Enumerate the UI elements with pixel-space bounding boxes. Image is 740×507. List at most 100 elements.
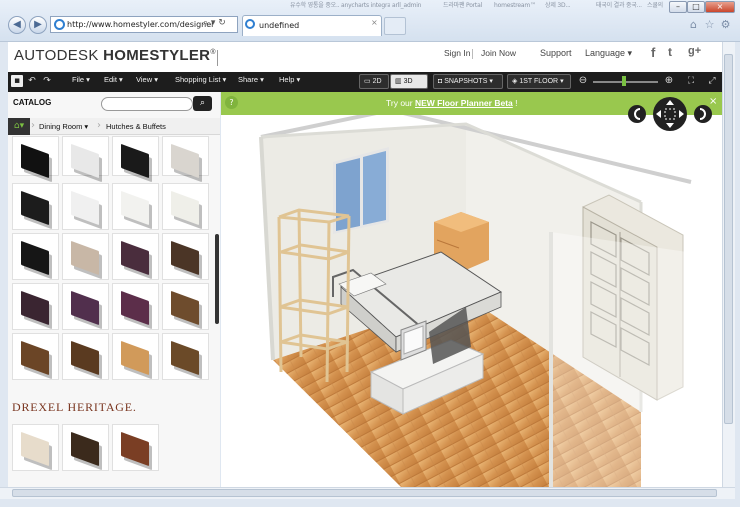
menu-help[interactable]: Help ▾ <box>279 75 300 84</box>
window[interactable] <box>333 147 389 234</box>
layers-icon: ◈ <box>512 78 518 85</box>
catalog-item[interactable] <box>112 283 159 330</box>
catalog-search-input[interactable] <box>101 97 193 111</box>
catalog-item[interactable] <box>12 283 59 330</box>
catalog-item[interactable] <box>62 136 109 179</box>
menu-view[interactable]: View ▾ <box>136 75 158 84</box>
background-tab[interactable]: 드라마팬 Portal <box>443 0 492 9</box>
google-plus-icon[interactable]: g+ <box>688 45 701 57</box>
catalog-item[interactable] <box>62 333 109 380</box>
undo-icon[interactable]: ↶ <box>26 75 38 87</box>
gear-icon[interactable]: ⚙ <box>719 18 732 31</box>
catalog-item[interactable] <box>12 333 59 380</box>
sign-in-link[interactable]: Sign In <box>444 48 470 58</box>
view-2d-button[interactable]: ▭ 2D <box>359 74 389 89</box>
catalog-item[interactable] <box>62 183 109 230</box>
catalog-item[interactable] <box>12 233 59 280</box>
search-icon[interactable]: ⌕ <box>203 18 208 28</box>
catalog-item-thumbnail <box>21 340 49 376</box>
catalog-item[interactable] <box>162 233 209 280</box>
twitter-icon[interactable]: t <box>668 45 672 59</box>
snapshots-button[interactable]: ◘ SNAPSHOTS ▾ <box>433 74 503 89</box>
active-tab[interactable]: undefined <box>242 15 382 36</box>
minimize-button[interactable]: – <box>669 1 687 13</box>
catalog-item[interactable] <box>162 183 209 230</box>
horizontal-scroll-thumb[interactable] <box>12 489 717 497</box>
language-dropdown[interactable]: Language ▾ <box>585 48 632 59</box>
camera-icon: ◘ <box>438 78 443 85</box>
catalog-item-thumbnail <box>71 190 99 226</box>
brand-catalog-item[interactable] <box>62 424 109 471</box>
address-tools[interactable]: ⌕ ▾ ↻ <box>203 18 226 28</box>
menu-share[interactable]: Share ▾ <box>238 75 264 84</box>
catalog-item[interactable] <box>112 333 159 380</box>
home-icon[interactable]: ⌂▾ <box>8 118 30 135</box>
vertical-scroll-thumb[interactable] <box>724 54 733 424</box>
catalog-item[interactable] <box>112 136 159 179</box>
save-icon[interactable]: ▪ <box>11 75 23 87</box>
home-icon[interactable]: ⌂ <box>687 18 700 31</box>
catalog-item[interactable] <box>162 136 209 179</box>
catalog-item-thumbnail <box>121 290 149 326</box>
tab-close-icon[interactable]: × <box>371 18 378 27</box>
drexel-heritage-logo[interactable]: DREXEL HERITAGE. <box>12 400 137 415</box>
brand-catalog-item[interactable] <box>112 424 159 471</box>
catalog-item[interactable] <box>62 283 109 330</box>
catalog-item[interactable] <box>12 183 59 230</box>
zoom-slider-knob[interactable] <box>622 76 626 86</box>
view-3d-button[interactable]: ▥ 3D <box>390 74 428 89</box>
breadcrumb-hutches-buffets[interactable]: Hutches & Buffets <box>106 118 166 135</box>
floor-dropdown[interactable]: ◈ 1ST FLOOR ▾ <box>507 74 571 89</box>
catalog-item-thumbnail <box>121 240 149 276</box>
catalog-item[interactable] <box>62 233 109 280</box>
rotate-left-icon[interactable] <box>628 105 646 123</box>
forward-button[interactable]: ▶ <box>29 16 47 34</box>
homestyler-logo[interactable]: AUTODESK HOMESTYLER® <box>14 47 216 64</box>
redo-icon[interactable]: ↷ <box>41 75 53 87</box>
menu-label: Edit <box>104 75 117 84</box>
ie-icon <box>54 19 65 30</box>
rotate-right-icon[interactable] <box>694 105 712 123</box>
maximize-button[interactable]: □ <box>687 1 705 13</box>
floor-planner-beta-link[interactable]: NEW Floor Planner Beta <box>415 98 513 108</box>
catalog-item[interactable] <box>162 283 209 330</box>
star-icon[interactable]: ☆ <box>703 18 716 31</box>
catalog-item[interactable] <box>112 233 159 280</box>
menu-edit[interactable]: Edit ▾ <box>104 75 123 84</box>
refresh-icon[interactable]: ↻ <box>218 18 226 28</box>
catalog-item-thumbnail <box>21 240 49 276</box>
menu-file[interactable]: File ▾ <box>72 75 90 84</box>
menu-label: Help <box>279 75 295 84</box>
support-link[interactable]: Support <box>540 48 572 58</box>
catalog-item[interactable] <box>112 183 159 230</box>
catalog-item[interactable] <box>162 333 209 380</box>
breadcrumb-dining-room[interactable]: Dining Room ▾ <box>39 118 88 135</box>
fullscreen-icon[interactable]: ⤢ <box>706 75 718 87</box>
info-icon[interactable]: ? <box>225 96 238 109</box>
search-icon[interactable]: ⌕ <box>193 96 212 111</box>
catalog-title: CATALOG <box>13 98 52 107</box>
catalog-scrollbar[interactable] <box>215 234 219 324</box>
new-tab-button[interactable] <box>384 17 406 35</box>
catalog-item-thumbnail <box>21 290 49 326</box>
camera-navigation-control[interactable] <box>627 96 713 132</box>
background-tab[interactable]: arll_admin <box>392 2 441 9</box>
background-tab[interactable]: 태국이 결과 중국... <box>596 0 645 9</box>
fit-view-icon[interactable]: ⛶ <box>685 75 697 87</box>
catalog-item[interactable] <box>12 136 59 179</box>
join-now-link[interactable]: Join Now <box>481 48 516 58</box>
background-tab[interactable]: 상제 3D... <box>545 0 594 9</box>
zoom-in-icon[interactable]: ⊕ <box>663 75 675 87</box>
room-render[interactable] <box>221 92 722 487</box>
background-tab[interactable]: anycharts integration <box>341 2 390 9</box>
brand-catalog-item[interactable] <box>12 424 59 471</box>
beta-message: Try our NEW Floor Planner Beta ! <box>386 98 518 108</box>
background-tab[interactable]: 유수학 영통을 중오... <box>290 0 339 9</box>
menu-shopping-list[interactable]: Shopping List ▾ <box>175 75 226 84</box>
design-viewport-3d[interactable] <box>221 92 722 487</box>
background-tab[interactable]: homestream™ <box>494 2 543 9</box>
zoom-out-icon[interactable]: ⊖ <box>577 75 589 87</box>
back-button[interactable]: ◀ <box>8 16 26 34</box>
facebook-icon[interactable]: f <box>651 45 655 60</box>
close-window-button[interactable]: × <box>705 1 735 13</box>
